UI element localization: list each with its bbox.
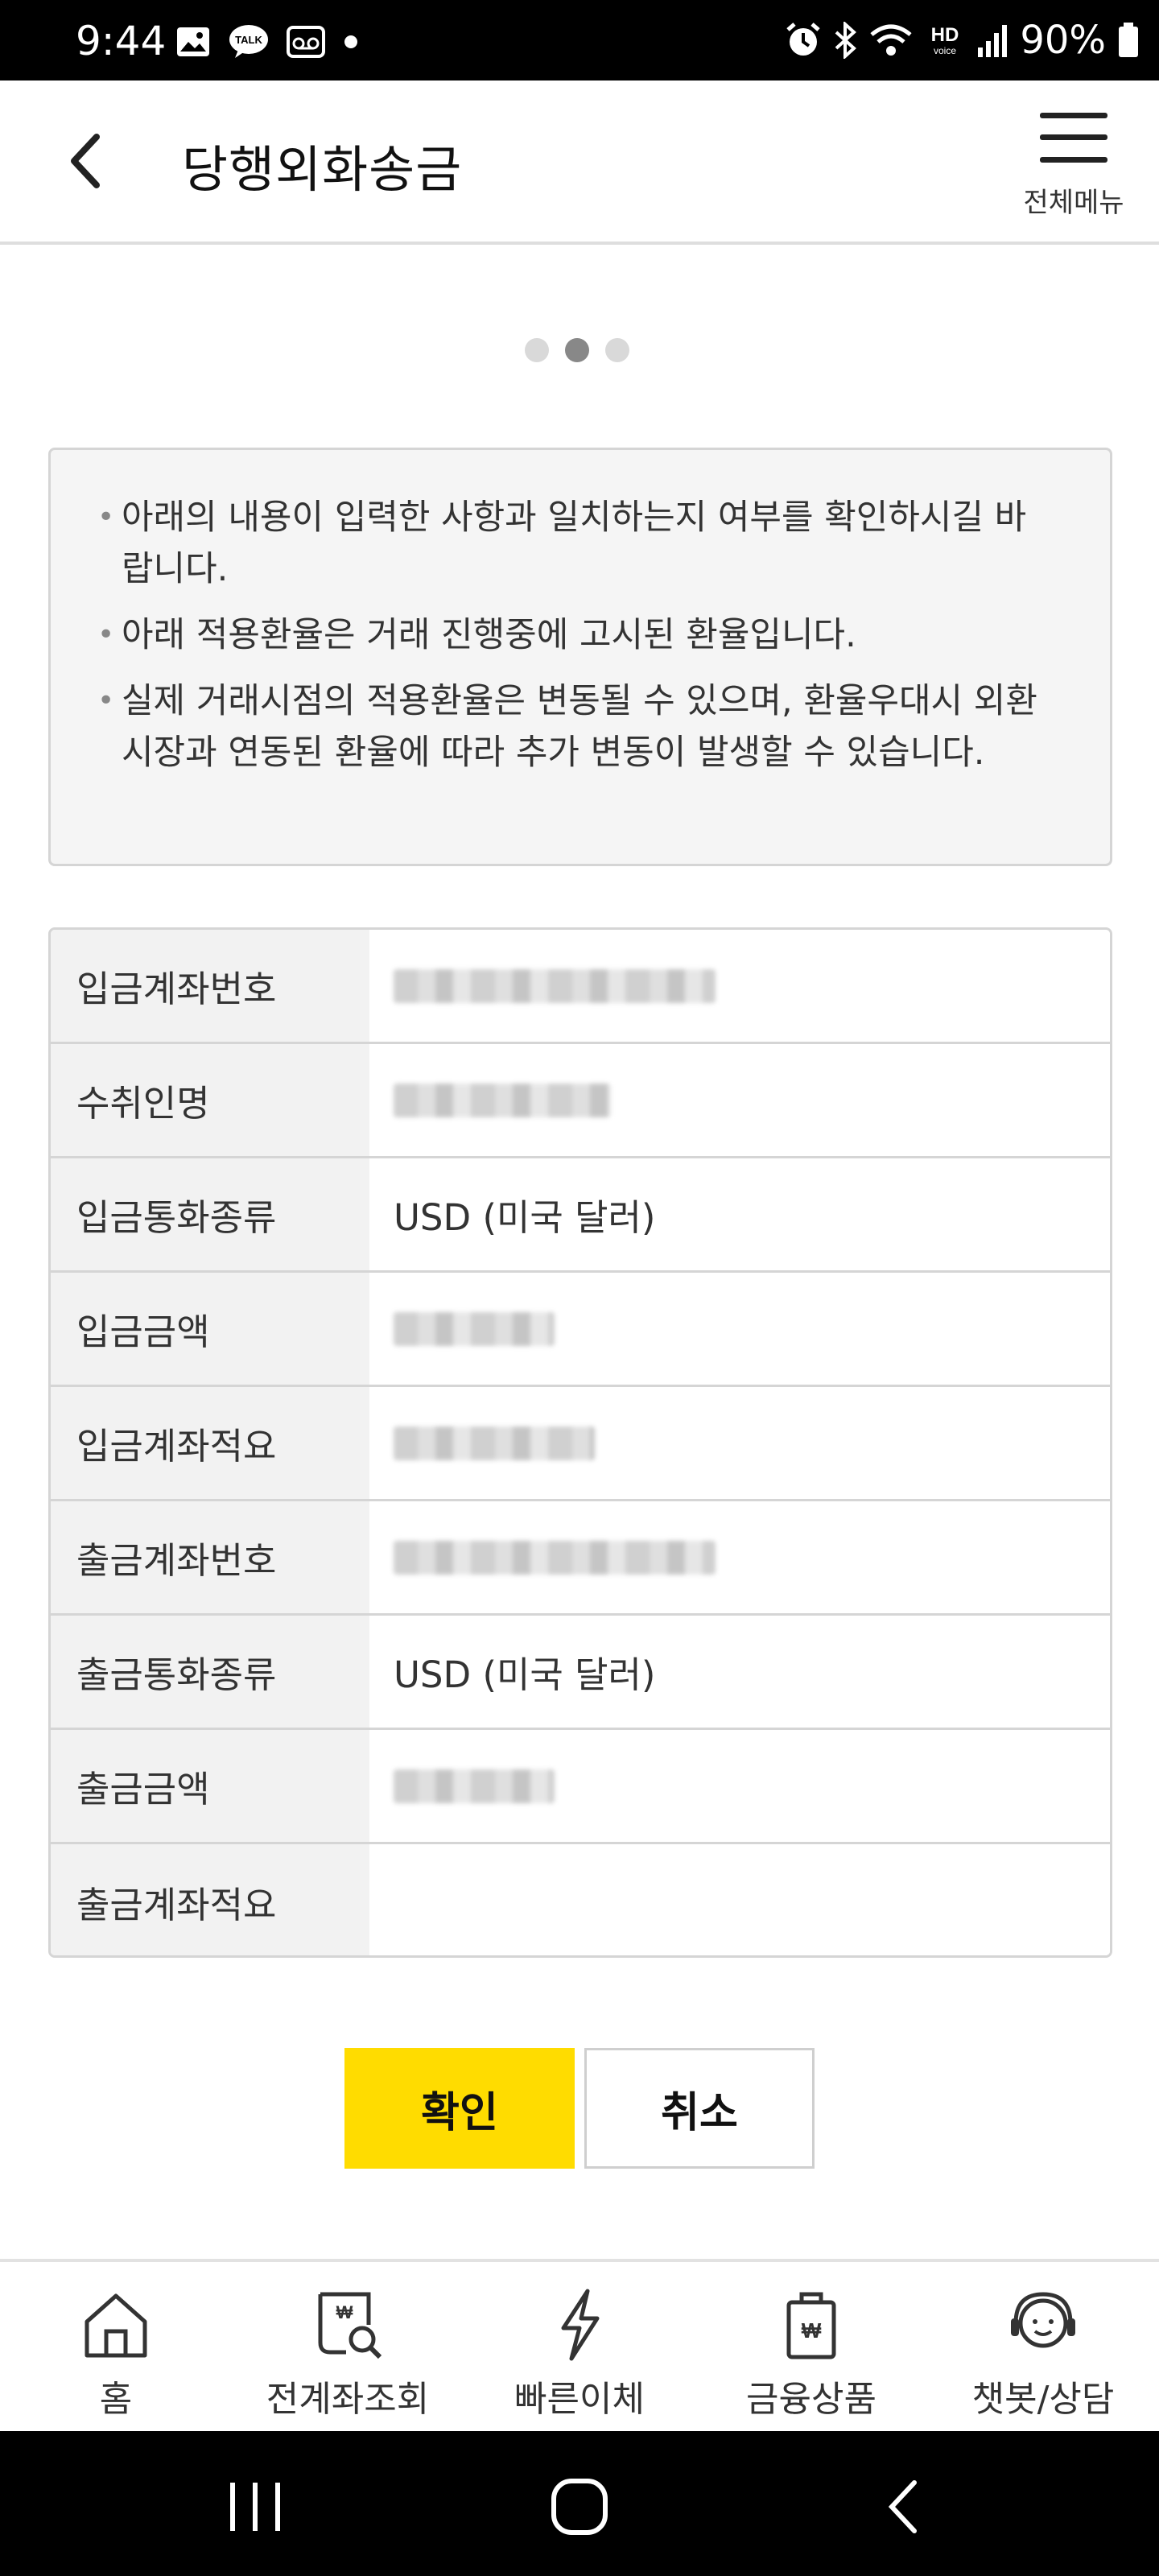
notice-item: 아래의 내용이 입력한 사항과 일치하는지 여부를 확인하시길 바랍니다. — [97, 492, 1054, 595]
confirm-button[interactable]: 확인 — [344, 2048, 575, 2169]
nav-label: 금융상품 — [746, 2379, 876, 2420]
row-label: 수취인명 — [51, 1044, 369, 1156]
svg-text:HD: HD — [931, 24, 959, 46]
back-button[interactable] — [56, 129, 121, 193]
step-dot — [525, 338, 549, 362]
nav-item-quick-transfer[interactable]: 빠른이체 — [464, 2262, 695, 2431]
lightning-icon — [561, 2289, 600, 2361]
row-label: 입금계좌번호 — [51, 930, 369, 1042]
row-value-masked — [369, 1387, 1110, 1499]
battery-percent: 90% — [1020, 18, 1106, 63]
voicemail-icon — [287, 26, 325, 58]
row-value-masked — [369, 1044, 1110, 1156]
dot-icon — [344, 35, 357, 48]
status-right: HD voice 90% — [785, 18, 1140, 63]
account-search-icon: ₩ — [318, 2292, 382, 2359]
step-indicator — [525, 338, 629, 362]
table-row: 입금통화종류 USD (미국 달러) — [51, 1158, 1110, 1273]
home-icon — [85, 2293, 147, 2358]
chatbot-icon — [1011, 2292, 1075, 2348]
row-value-masked — [369, 930, 1110, 1042]
row-label: 출금통화종류 — [51, 1616, 369, 1728]
hd-voice-icon: HDvoice — [931, 24, 959, 56]
gallery-icon — [177, 27, 209, 56]
row-value-masked — [369, 1501, 1110, 1613]
table-row: 입금금액 — [51, 1273, 1110, 1387]
bluetooth-icon — [835, 22, 857, 59]
nav-item-financial-products[interactable]: ₩ 금융상품 — [695, 2262, 927, 2431]
status-bar: 9:44 TALK HD voice 90% — [0, 0, 1159, 80]
nav-item-all-accounts[interactable]: ₩ 전계좌조회 — [232, 2262, 464, 2431]
alarm-icon — [786, 23, 820, 56]
signal-icon — [978, 25, 1008, 57]
system-nav-bar — [0, 2431, 1159, 2576]
product-bag-icon: ₩ — [786, 2292, 836, 2359]
back-system-icon[interactable] — [869, 2475, 942, 2539]
row-label: 입금금액 — [51, 1273, 369, 1385]
home-system-icon[interactable] — [544, 2475, 617, 2539]
notice-box: 아래의 내용이 입력한 사항과 일치하는지 여부를 확인하시길 바랍니다. 아래… — [48, 448, 1112, 866]
svg-text:TALK: TALK — [235, 34, 262, 46]
nav-item-chatbot[interactable]: 챗봇/상담 — [927, 2262, 1159, 2431]
kakaotalk-icon: TALK — [229, 25, 268, 58]
battery-icon — [1119, 23, 1138, 57]
row-label: 출금계좌적요 — [51, 1844, 369, 1955]
notification-icons: TALK — [175, 24, 359, 60]
cancel-button[interactable]: 취소 — [584, 2048, 815, 2169]
table-row: 출금통화종류 USD (미국 달러) — [51, 1616, 1110, 1730]
page-title: 당행외화송금 — [182, 140, 463, 199]
all-menu-label: 전체메뉴 — [1023, 187, 1124, 219]
step-dot — [605, 338, 629, 362]
notice-item: 실제 거래시점의 적용환율은 변동될 수 있으며, 환율우대시 외환시장과 연동… — [97, 675, 1054, 778]
row-value: USD (미국 달러) — [369, 1158, 1110, 1270]
nav-label: 챗봇/상담 — [971, 2379, 1115, 2420]
svg-text:₩: ₩ — [336, 2302, 353, 2322]
table-row: 입금계좌적요 — [51, 1387, 1110, 1501]
row-value-masked — [369, 1730, 1110, 1842]
app-header: 당행외화송금 전체메뉴 — [0, 80, 1159, 245]
all-menu-button[interactable]: 전체메뉴 — [1009, 113, 1138, 225]
table-row: 입금계좌번호 — [51, 930, 1110, 1044]
status-time: 9:44 — [76, 18, 167, 64]
svg-text:₩: ₩ — [802, 2318, 822, 2343]
row-value: USD (미국 달러) — [369, 1616, 1110, 1728]
nav-label: 전계좌조회 — [266, 2379, 430, 2420]
table-row: 출금계좌번호 — [51, 1501, 1110, 1616]
row-value — [369, 1844, 1110, 1955]
row-label: 출금금액 — [51, 1730, 369, 1842]
row-label: 입금통화종류 — [51, 1158, 369, 1270]
transfer-info-table: 입금계좌번호 수취인명 입금통화종류 USD (미국 달러) 입금금액 입금계좌… — [48, 927, 1112, 1958]
hamburger-icon — [1040, 113, 1107, 163]
notice-item: 아래 적용환율은 거래 진행중에 고시된 환율입니다. — [97, 609, 1054, 661]
row-value-masked — [369, 1273, 1110, 1385]
table-row: 출금계좌적요 — [51, 1844, 1110, 1955]
nav-label: 홈 — [99, 2379, 133, 2420]
recent-apps-icon[interactable] — [219, 2475, 291, 2539]
bottom-nav: 홈 ₩ 전계좌조회 빠른이체 ₩ 금융상품 챗봇/상담 — [0, 2259, 1159, 2431]
chevron-left-icon — [71, 134, 100, 188]
step-dot-active — [565, 338, 589, 362]
nav-item-home[interactable]: 홈 — [0, 2262, 232, 2431]
nav-label: 빠른이체 — [514, 2379, 645, 2420]
table-row: 수취인명 — [51, 1044, 1110, 1158]
svg-text:voice: voice — [934, 45, 956, 56]
table-row: 출금금액 — [51, 1730, 1110, 1844]
row-label: 출금계좌번호 — [51, 1501, 369, 1613]
row-label: 입금계좌적요 — [51, 1387, 369, 1499]
wifi-icon — [870, 24, 912, 56]
